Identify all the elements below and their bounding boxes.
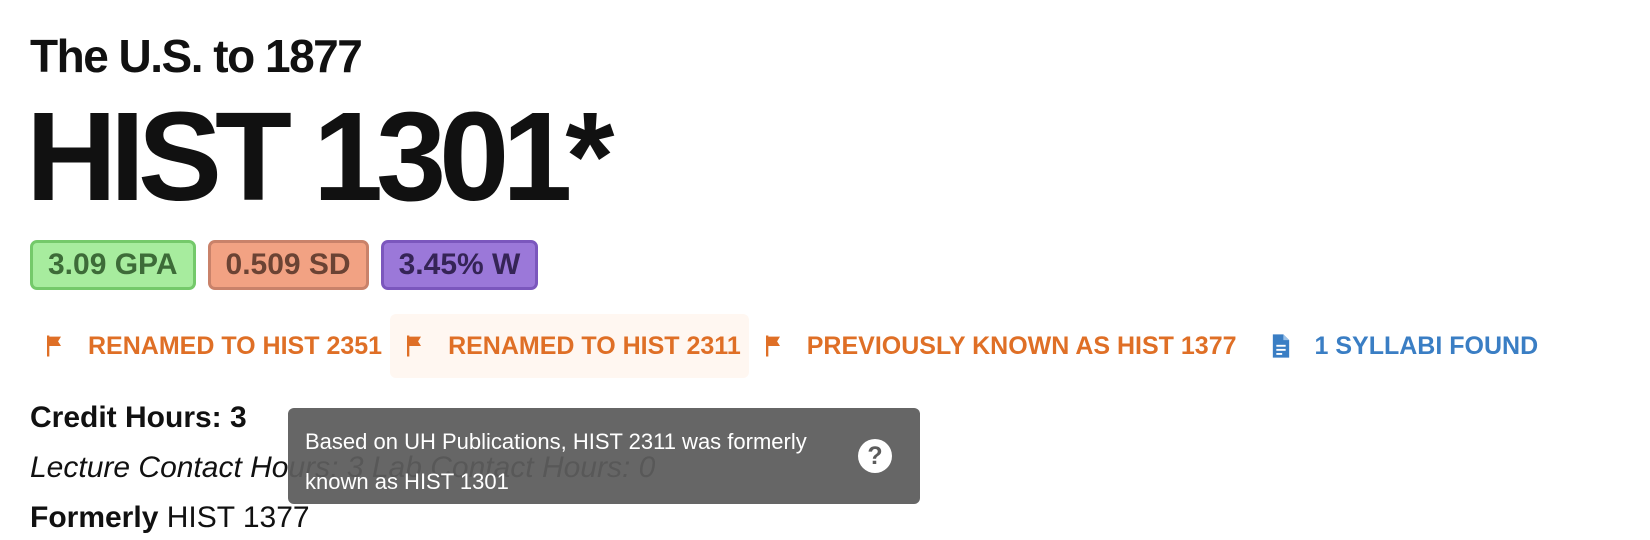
flag-icon bbox=[759, 332, 787, 360]
grade-badges: 3.09 GPA 0.509 SD 3.45% W bbox=[30, 240, 539, 290]
course-title: The U.S. to 1877 bbox=[30, 30, 363, 82]
sd-badge[interactable]: 0.509 SD bbox=[207, 240, 369, 290]
withdraw-badge[interactable]: 3.45% W bbox=[380, 240, 539, 290]
formerly-label: Formerly bbox=[30, 501, 159, 534]
course-flags: RENAMED TO HIST 2351 RENAMED TO HIST 231… bbox=[30, 314, 1546, 378]
flag-icon bbox=[400, 332, 428, 360]
course-page: The U.S. to 1877 HIST 1301* 3.09 GPA 0.5… bbox=[0, 0, 1650, 540]
flag-renamed-hist-2351[interactable]: RENAMED TO HIST 2351 bbox=[30, 314, 390, 378]
formerly-value: HIST 1377 bbox=[158, 501, 310, 534]
course-code: HIST 1301* bbox=[26, 86, 614, 227]
flag-label: PREVIOUSLY KNOWN AS HIST 1377 bbox=[806, 331, 1237, 360]
document-icon bbox=[1267, 332, 1295, 360]
rename-tooltip: Based on UH Publications, HIST 2311 was … bbox=[288, 408, 920, 504]
gpa-badge[interactable]: 3.09 GPA bbox=[30, 240, 196, 290]
syllabi-link[interactable]: 1 SYLLABI FOUND bbox=[1257, 314, 1547, 378]
syllabi-label: 1 SYLLABI FOUND bbox=[1314, 331, 1539, 360]
flag-icon bbox=[40, 332, 68, 360]
question-icon[interactable]: ? bbox=[858, 439, 892, 473]
flag-renamed-hist-2311[interactable]: RENAMED TO HIST 2311 bbox=[390, 314, 749, 378]
flag-label: RENAMED TO HIST 2311 bbox=[448, 331, 741, 360]
flag-label: RENAMED TO HIST 2351 bbox=[88, 331, 383, 360]
flag-previously-known-hist-1377[interactable]: PREVIOUSLY KNOWN AS HIST 1377 bbox=[749, 314, 1245, 378]
tooltip-text: Based on UH Publications, HIST 2311 was … bbox=[305, 429, 807, 494]
